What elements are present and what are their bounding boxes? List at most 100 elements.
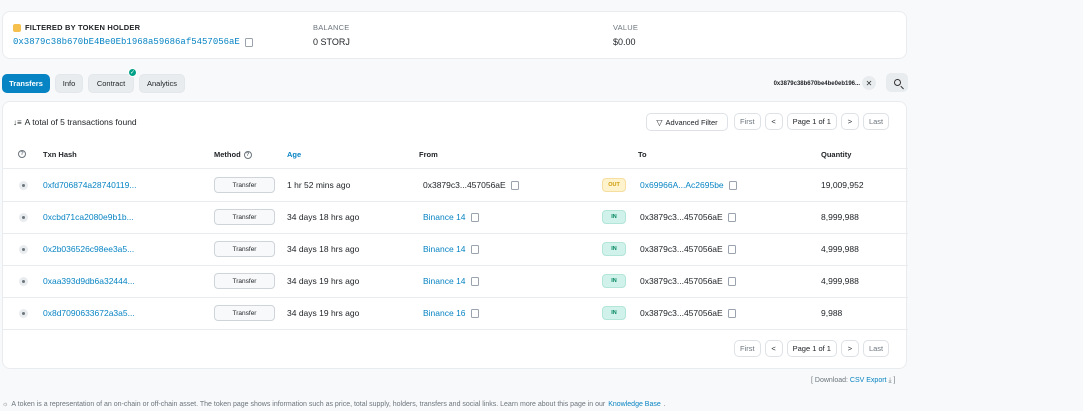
token-icon — [13, 23, 21, 32]
to-address-text: 0x3879c3...457056aE — [640, 212, 723, 222]
copy-icon[interactable] — [468, 308, 479, 320]
copy-icon[interactable] — [725, 212, 736, 224]
method-cell: Transfer — [214, 233, 275, 265]
balance-block: BALANCE 0 STORJ — [313, 23, 350, 47]
from-address-text[interactable]: Binance 14 — [423, 212, 466, 222]
age-cell: 1 hr 52 mins ago — [287, 180, 351, 190]
from-address[interactable]: Binance 14 — [423, 265, 479, 297]
tab-analytics[interactable]: Analytics — [139, 74, 185, 93]
pager-prev-button[interactable]: < — [764, 113, 783, 130]
footnote: ☼ A token is a representation of an on-c… — [2, 401, 666, 408]
from-address-text[interactable]: Binance 14 — [423, 276, 466, 286]
table-row: 0xfd706874a28740119... Transfer 1 hr 52 mi… — [3, 169, 908, 201]
tab-contract[interactable]: Contract — [88, 74, 134, 93]
pager-bottom: First < Page 1 of 1 > Last — [734, 340, 890, 357]
txn-hash-link[interactable]: 0x8d7090633672a3a5... — [43, 297, 135, 329]
pager-next-button[interactable]: > — [840, 340, 859, 357]
download-icon: ⤓ — [888, 377, 892, 384]
row-divider — [3, 329, 908, 330]
holder-address-text[interactable]: 0x3879c38b670bE4Be0Eb1968a59686af5457056… — [13, 37, 240, 47]
pager-first-button[interactable]: First — [734, 340, 761, 357]
tab-transfers[interactable]: Transfers — [2, 74, 50, 93]
pager-first-button[interactable]: First — [734, 113, 761, 130]
filter-holder-label-text: FILTERED BY TOKEN HOLDER — [25, 23, 141, 32]
copy-icon[interactable] — [725, 308, 736, 320]
direction-badge: IN — [602, 274, 626, 288]
row-preview-button[interactable] — [19, 169, 28, 201]
copy-icon[interactable] — [726, 180, 737, 192]
column-info-icon[interactable]: ? — [18, 150, 26, 158]
pager-prev-button[interactable]: < — [764, 340, 783, 357]
to-address: 0x3879c3...457056aE — [640, 297, 736, 329]
verified-check-icon: ✓ — [128, 68, 137, 77]
age-cell: 34 days 19 hrs ago — [287, 276, 360, 286]
direction-badge: IN — [602, 210, 626, 224]
row-preview-button[interactable] — [19, 265, 28, 297]
copy-icon[interactable] — [468, 276, 479, 288]
filter-holder-label: FILTERED BY TOKEN HOLDER — [13, 23, 253, 32]
from-address-text[interactable]: Binance 16 — [423, 308, 466, 318]
pager-last-button[interactable]: Last — [862, 113, 890, 130]
copy-icon[interactable] — [725, 244, 736, 256]
row-preview-button[interactable] — [19, 233, 28, 265]
from-address[interactable]: Binance 14 — [423, 233, 479, 265]
copy-icon[interactable] — [468, 212, 479, 224]
lightbulb-icon: ☼ — [2, 401, 9, 408]
copy-icon[interactable] — [468, 244, 479, 256]
from-address-text[interactable]: Binance 14 — [423, 244, 466, 254]
method-badge: Transfer — [214, 273, 275, 289]
direction-cell: OUT — [602, 169, 626, 201]
column-txn-hash: Txn Hash — [43, 150, 77, 159]
copy-icon[interactable] — [242, 37, 253, 49]
column-method-label: Method — [214, 150, 241, 159]
to-address: 0x3879c3...457056aE — [640, 233, 736, 265]
balance-value: 0 STORJ — [313, 37, 350, 47]
eye-icon — [19, 180, 28, 190]
pager-info: Page 1 of 1 — [786, 340, 837, 357]
clear-filter-button[interactable]: ✕ — [862, 76, 876, 90]
eye-icon — [19, 212, 28, 222]
txn-hash-link[interactable]: 0xaa393d9db6a32444... — [43, 265, 135, 297]
table-row: 0x2b036526c98ee3a5... Transfer 34 days 18 … — [3, 233, 908, 265]
csv-export-link[interactable]: CSV Export — [850, 377, 887, 384]
method-badge: Transfer — [214, 209, 275, 225]
row-preview-button[interactable] — [19, 201, 28, 233]
filter-address-chip: 0x3879c38b670be4be0eb196... — [773, 80, 860, 87]
search-button[interactable] — [886, 73, 908, 92]
footnote-end: . — [663, 401, 666, 408]
balance-label: BALANCE — [313, 23, 350, 32]
to-address-text: 0x3879c3...457056aE — [640, 244, 723, 254]
from-address-text: 0x3879c3...457056aE — [423, 180, 506, 190]
column-quantity: Quantity — [821, 150, 852, 159]
filter-funnel-icon: ▽ — [656, 117, 663, 127]
to-address-text[interactable]: 0x69966A...Ac2695be — [640, 180, 724, 190]
column-age[interactable]: Age — [287, 150, 301, 159]
txn-hash-link[interactable]: 0xfd706874a28740119... — [43, 169, 136, 201]
value-label: VALUE — [613, 23, 639, 32]
row-preview-button[interactable] — [19, 297, 28, 329]
question-icon[interactable]: ? — [243, 150, 252, 159]
method-badge: Transfer — [214, 241, 275, 257]
direction-cell: IN — [602, 265, 626, 297]
from-address[interactable]: Binance 16 — [423, 297, 479, 329]
quantity-cell: 19,009,952 — [821, 180, 864, 190]
copy-icon[interactable] — [725, 276, 736, 288]
quantity-cell: 9,988 — [821, 308, 843, 318]
from-address[interactable]: Binance 14 — [423, 201, 479, 233]
pager-next-button[interactable]: > — [840, 113, 859, 130]
footnote-text: A token is a representation of an on-cha… — [11, 401, 606, 408]
copy-icon[interactable] — [508, 180, 519, 192]
to-address[interactable]: 0x69966A...Ac2695be — [640, 169, 737, 201]
holder-address[interactable]: 0x3879c38b670bE4Be0Eb1968a59686af5457056… — [13, 37, 253, 49]
knowledge-base-link[interactable]: Knowledge Base — [608, 401, 661, 408]
question-icon: ? — [18, 150, 26, 158]
txn-hash-link[interactable]: 0x2b036526c98ee3a5... — [43, 233, 134, 265]
table-row: 0x8d7090633672a3a5... Transfer 34 days 19 … — [3, 297, 908, 329]
eye-icon — [19, 276, 28, 286]
pager-last-button[interactable]: Last — [862, 340, 890, 357]
quantity-cell: 8,999,988 — [821, 212, 859, 222]
advanced-filter-button[interactable]: ▽ Advanced Filter — [646, 113, 728, 131]
eye-icon — [19, 308, 28, 318]
txn-hash-link[interactable]: 0xcbd71ca2080e9b1b... — [43, 201, 134, 233]
tab-info[interactable]: Info — [55, 74, 83, 93]
